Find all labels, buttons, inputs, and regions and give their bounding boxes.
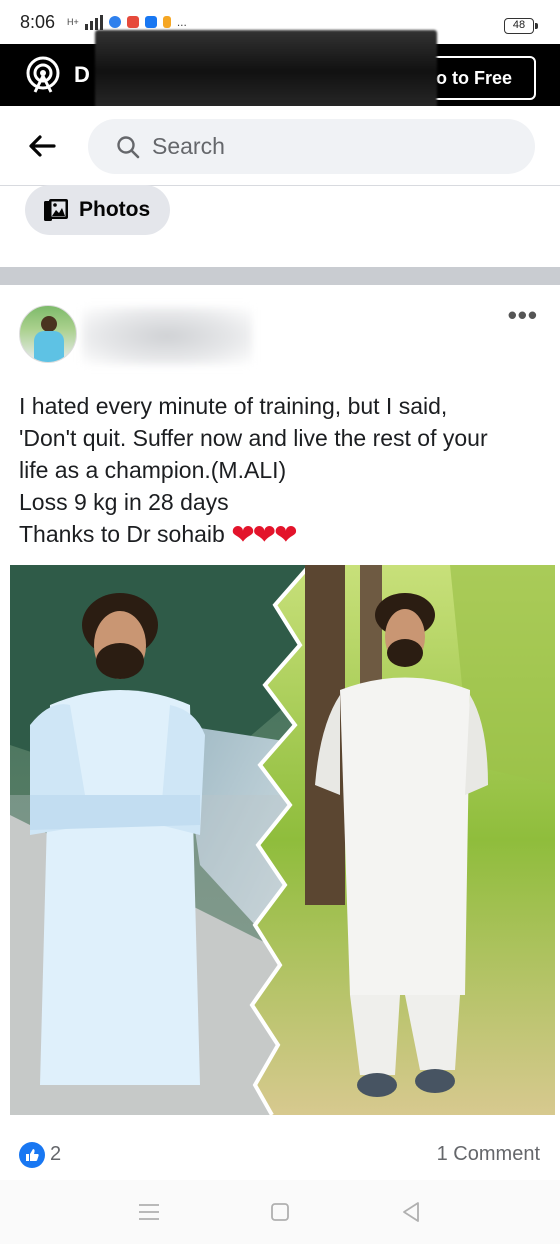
promo-text: D — [74, 62, 90, 87]
status-time: 8:06 — [20, 11, 56, 32]
network-type: H+ — [67, 17, 79, 27]
back-button[interactable] — [24, 128, 60, 164]
post-text-line-thanks: Thanks to Dr sohaib ❤❤❤ — [19, 518, 549, 551]
facebook-icon — [144, 16, 157, 28]
post-text-line: life as a champion.(M.ALI) — [19, 457, 287, 483]
notification-icon — [162, 16, 171, 28]
photos-filter-chip[interactable]: Photos — [25, 185, 171, 235]
more-options-button[interactable]: ••• — [508, 302, 538, 328]
more-notifications: ... — [176, 15, 187, 29]
heart-emojis: ❤❤❤ — [231, 519, 297, 550]
search-header: Search — [0, 106, 560, 186]
gmail-icon — [126, 16, 139, 28]
signal-icon — [84, 14, 103, 30]
system-back-button[interactable] — [398, 1199, 424, 1225]
avatar[interactable] — [19, 305, 77, 363]
battery-icon: 48 — [504, 18, 538, 34]
podcast-antenna-icon — [24, 56, 62, 94]
home-button[interactable] — [267, 1199, 293, 1225]
section-divider — [0, 267, 560, 285]
redaction-block — [95, 30, 437, 112]
status-icons: H+ ... — [67, 14, 187, 30]
author-name-blurred — [82, 307, 252, 365]
post-photo[interactable] — [10, 565, 555, 1115]
recents-icon — [139, 1204, 159, 1220]
post-header: ••• — [0, 285, 560, 375]
post-text-line: Thanks to Dr sohaib — [19, 521, 225, 547]
like-count[interactable]: 2 — [50, 1143, 61, 1166]
like-icon[interactable] — [19, 1142, 45, 1168]
photos-icon — [44, 199, 68, 221]
comment-count[interactable]: 1 Comment — [437, 1143, 540, 1166]
messenger-icon — [108, 16, 121, 28]
more-horizontal-icon: ••• — [507, 300, 538, 330]
post-text-line: I hated every minute of training, but I … — [19, 393, 448, 419]
back-triangle-icon — [403, 1202, 419, 1222]
search-input[interactable]: Search — [88, 119, 535, 174]
arrow-left-icon — [29, 135, 56, 157]
battery-level: 48 — [512, 19, 526, 31]
post-text-line: 'Don't quit. Suffer now and live the res… — [19, 425, 488, 451]
reactions-bar: 2 1 Comment — [0, 1130, 560, 1180]
home-square-icon — [271, 1203, 289, 1221]
post-text: I hated every minute of training, but I … — [19, 390, 549, 551]
system-nav-bar — [0, 1180, 560, 1244]
search-placeholder: Search — [152, 133, 225, 159]
post-text-line: Loss 9 kg in 28 days — [19, 489, 229, 515]
recents-button[interactable] — [136, 1199, 162, 1225]
photos-chip-label: Photos — [79, 198, 151, 221]
search-icon — [117, 135, 140, 158]
